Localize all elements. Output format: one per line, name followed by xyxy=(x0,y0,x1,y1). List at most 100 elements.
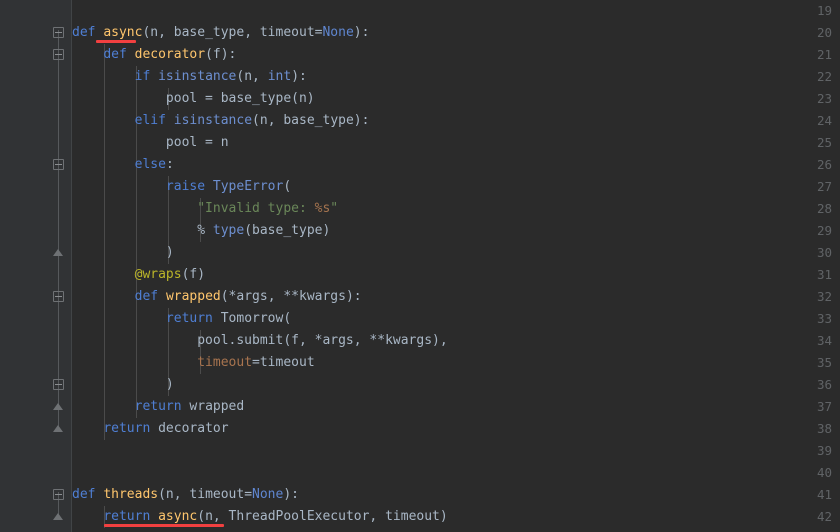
code-token: (n, timeout= xyxy=(158,487,253,502)
code-line[interactable]: "Invalid type: %s" xyxy=(72,198,338,220)
fold-end-up-icon[interactable] xyxy=(53,425,64,433)
code-token: (f): xyxy=(205,47,237,62)
code-token: ): xyxy=(283,487,299,502)
code-token: timeout xyxy=(197,355,253,370)
code-token: None xyxy=(252,487,284,502)
code-token: wrapped xyxy=(165,289,221,304)
fold-minus-icon[interactable] xyxy=(53,379,64,390)
code-token: async xyxy=(158,509,198,524)
code-token: elif xyxy=(134,113,166,128)
code-token: ): xyxy=(353,25,370,40)
fold-end-up-icon[interactable] xyxy=(53,403,64,411)
code-content[interactable]: def async(n, base_type, timeout=None): d… xyxy=(72,0,840,532)
code-token: (n, base_type, xyxy=(142,25,260,40)
code-token: %s xyxy=(314,201,331,216)
code-line[interactable]: def wrapped(*args, **kwargs): xyxy=(72,286,362,308)
code-line[interactable]: pool = base_type(n) xyxy=(72,88,315,110)
fold-minus-icon[interactable] xyxy=(53,159,64,170)
code-token: def xyxy=(103,47,127,62)
code-token: if xyxy=(134,69,151,84)
fold-minus-icon[interactable] xyxy=(53,49,64,60)
code-token: TypeError xyxy=(212,179,284,194)
code-line[interactable]: timeout=timeout xyxy=(72,352,315,374)
code-token: threads xyxy=(103,487,159,502)
code-token: wrapped xyxy=(181,399,245,414)
fold-connector-line xyxy=(58,30,59,426)
code-token: type xyxy=(212,223,245,238)
fold-minus-icon[interactable] xyxy=(53,27,64,38)
code-token: async xyxy=(103,25,143,40)
code-token: % xyxy=(72,223,213,238)
code-token: (n, ThreadPoolExecutor, timeout) xyxy=(197,509,448,524)
code-line[interactable]: pool.submit(f, *args, **kwargs), xyxy=(72,330,448,352)
code-token: pool.submit(f, *args, **kwargs), xyxy=(72,333,448,348)
code-token: return xyxy=(165,311,213,326)
fold-minus-icon[interactable] xyxy=(53,489,64,500)
code-token: def xyxy=(72,25,96,40)
code-line[interactable]: else: xyxy=(72,154,174,176)
code-token: (f) xyxy=(181,267,206,282)
code-token: ) xyxy=(72,245,174,260)
code-line[interactable]: return decorator xyxy=(72,418,229,440)
code-token: ): xyxy=(291,69,307,84)
code-line[interactable]: return wrapped xyxy=(72,396,245,418)
code-token: : xyxy=(165,157,174,172)
fold-minus-icon[interactable] xyxy=(53,291,64,302)
code-token: ( xyxy=(283,179,292,194)
code-token: pool = n xyxy=(72,135,229,150)
code-line[interactable]: if isinstance(n, int): xyxy=(72,66,307,88)
fold-end-up-icon[interactable] xyxy=(53,249,64,257)
code-token: (*args, **kwargs): xyxy=(220,289,362,304)
code-line[interactable]: % type(base_type) xyxy=(72,220,330,242)
code-token: " xyxy=(330,201,339,216)
code-line[interactable]: pool = n xyxy=(72,132,229,154)
code-line[interactable]: @wraps(f) xyxy=(72,264,205,286)
code-token: return xyxy=(103,509,151,524)
code-token: return xyxy=(103,421,151,436)
code-line[interactable]: ) xyxy=(72,374,174,396)
code-token: None xyxy=(322,25,354,40)
code-token: ) xyxy=(72,377,174,392)
code-token: timeout xyxy=(259,25,315,40)
code-token: Tomorrow( xyxy=(212,311,292,326)
code-token: "Invalid type: xyxy=(197,201,315,216)
fold-end-up-icon[interactable] xyxy=(53,513,64,521)
code-line[interactable]: elif isinstance(n, base_type): xyxy=(72,110,370,132)
line-number-gutter[interactable] xyxy=(0,0,45,532)
code-token: decorator xyxy=(134,47,206,62)
code-line[interactable]: def decorator(f): xyxy=(72,44,236,66)
code-token: decorator xyxy=(150,421,229,436)
code-editor[interactable]: 19 20 21 22 23 24 25 26 27 28 29 30 31 32 33 34 35 36 37 38… xyxy=(0,0,840,532)
code-line[interactable]: raise TypeError( xyxy=(72,176,291,198)
code-line[interactable]: ) xyxy=(72,242,174,264)
code-token: else xyxy=(134,157,166,172)
code-token: def xyxy=(134,289,159,304)
code-token: @wraps xyxy=(134,267,182,282)
code-token: raise xyxy=(165,179,206,194)
code-token: (n, xyxy=(236,69,268,84)
code-token: isinstance xyxy=(158,69,237,84)
code-token: def xyxy=(72,487,96,502)
code-token: (base_type) xyxy=(244,223,331,238)
code-token: (n, base_type): xyxy=(252,113,370,128)
code-token: =timeout xyxy=(252,355,315,370)
code-line[interactable]: def threads(n, timeout=None): xyxy=(72,484,299,506)
code-line[interactable]: return Tomorrow( xyxy=(72,308,291,330)
